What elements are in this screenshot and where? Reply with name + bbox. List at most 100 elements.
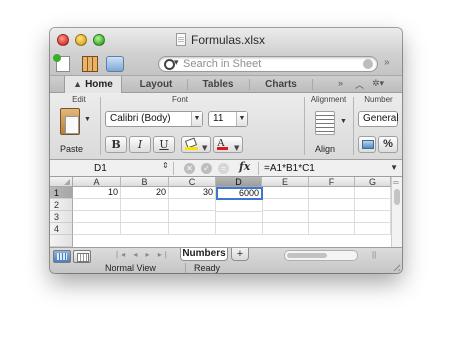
new-workbook-icon[interactable] [53, 54, 70, 72]
expand-formula-bar-icon[interactable]: ▼ [390, 163, 398, 172]
search-icon[interactable] [162, 57, 182, 70]
page-layout-view-icon[interactable] [73, 250, 91, 263]
name-box[interactable]: D1 [70, 162, 150, 175]
cell-b1[interactable]: 20 [121, 187, 169, 199]
cell-e1[interactable] [263, 187, 309, 199]
cancel-entry-icon[interactable]: ✕ [184, 163, 195, 174]
number-format-select[interactable]: General [358, 111, 399, 127]
close-window-button[interactable] [57, 34, 69, 46]
cell[interactable] [263, 211, 309, 223]
tab-charts[interactable]: Charts [253, 76, 309, 93]
status-divider [185, 263, 186, 273]
underline-button[interactable]: U [153, 136, 175, 153]
cell[interactable] [355, 211, 391, 223]
spreadsheet-grid: A B C D E F G 1 2 3 4 10 20 30 6000 ═ [50, 177, 402, 247]
fill-color-button[interactable]: ▼ [181, 136, 211, 153]
more-tabs-icon[interactable]: » [338, 78, 343, 88]
number-format-button[interactable] [358, 136, 376, 153]
cell-f1[interactable] [309, 187, 355, 199]
cell[interactable] [73, 199, 121, 211]
cell[interactable] [309, 199, 355, 211]
tab-tables[interactable]: Tables [190, 76, 246, 93]
formula-bar: D1 ⇕ ✕ ✓ = fx =A1*B1*C1 ▼ [50, 160, 402, 177]
font-color-button[interactable]: A ▼ [213, 136, 243, 153]
confirm-entry-icon[interactable]: ✓ [201, 163, 212, 174]
column-header-c[interactable]: C [169, 177, 216, 187]
search-clear-icon[interactable] [363, 59, 373, 69]
column-header-b[interactable]: B [121, 177, 169, 187]
font-size-select[interactable]: 11 ▼ [208, 111, 248, 127]
toolbar-overflow-icon[interactable]: » [384, 57, 390, 68]
cell[interactable] [121, 223, 169, 235]
column-header-f[interactable]: F [309, 177, 355, 187]
paste-options-icon[interactable]: ▼ [84, 116, 91, 123]
group-label-alignment: Alignment [310, 95, 347, 104]
row-header-1[interactable]: 1 [50, 187, 73, 199]
cell[interactable] [121, 211, 169, 223]
minimize-window-button[interactable] [75, 34, 87, 46]
zoom-window-button[interactable] [93, 34, 105, 46]
media-browser-icon[interactable] [106, 56, 124, 72]
cell[interactable] [216, 223, 263, 235]
cell[interactable] [169, 223, 216, 235]
resize-grip-icon[interactable] [391, 262, 400, 271]
tab-layout[interactable]: Layout [128, 76, 184, 93]
row-header-5[interactable] [50, 235, 73, 247]
horizontal-scroll-thumb[interactable] [287, 253, 327, 258]
vertical-scroll-thumb[interactable] [394, 189, 400, 205]
cell[interactable] [73, 223, 121, 235]
percent-style-button[interactable]: % [378, 136, 398, 153]
font-name-select[interactable]: Calibri (Body) ▼ [105, 111, 203, 127]
formula-input[interactable]: =A1*B1*C1 [264, 162, 315, 175]
window-title: Formulas.xlsx [191, 33, 266, 47]
select-all-corner[interactable] [50, 177, 73, 187]
horizontal-scrollbar[interactable] [284, 250, 358, 261]
row-header-4[interactable]: 4 [50, 223, 73, 235]
add-sheet-button[interactable]: + [231, 248, 249, 261]
search-placeholder: Search in Sheet [183, 58, 262, 70]
cell-g1[interactable] [355, 187, 391, 199]
tab-separator [249, 79, 250, 90]
cell[interactable] [169, 199, 216, 211]
insert-function-icon[interactable]: = [218, 163, 229, 174]
split-handle-icon[interactable]: || [372, 250, 376, 259]
cell[interactable] [73, 211, 121, 223]
sheet-navigation-icon[interactable]: |◂ ◂ ▸ ▸| [116, 250, 170, 259]
collapse-ribbon-icon[interactable]: ︿ [355, 78, 364, 91]
row-header-3[interactable]: 3 [50, 211, 73, 223]
align-options-icon[interactable]: ▼ [340, 118, 347, 125]
cell-d1[interactable]: 6000 [216, 187, 263, 200]
row-header-2[interactable]: 2 [50, 199, 73, 211]
paste-icon[interactable] [60, 108, 80, 135]
italic-button[interactable]: I [129, 136, 151, 153]
column-header-g[interactable]: G [355, 177, 391, 187]
sheet-tab-numbers[interactable]: Numbers [180, 248, 228, 261]
name-box-stepper-icon[interactable]: ⇕ [162, 161, 169, 170]
cell-c1[interactable]: 30 [169, 187, 216, 199]
column-header-d[interactable]: D [216, 177, 262, 187]
templates-icon[interactable] [82, 56, 98, 72]
tab-home[interactable]: ▲ Home [64, 76, 122, 94]
cell[interactable] [309, 211, 355, 223]
vertical-scrollbar[interactable]: ═ [391, 177, 402, 247]
cell[interactable] [355, 223, 391, 235]
ribbon-settings-icon[interactable]: ✲▾ [372, 78, 384, 89]
cell[interactable] [355, 199, 391, 211]
cell-a1[interactable]: 10 [73, 187, 121, 199]
bold-button[interactable]: B [105, 136, 127, 153]
search-field[interactable]: Search in Sheet [158, 56, 378, 72]
cell[interactable] [121, 199, 169, 211]
fx-icon[interactable]: fx [239, 160, 250, 173]
column-header-e[interactable]: E [262, 177, 309, 187]
cell[interactable] [169, 211, 216, 223]
cell[interactable] [309, 223, 355, 235]
chevron-down-icon: ▼ [236, 112, 247, 126]
cell[interactable] [263, 199, 309, 211]
column-header-a[interactable]: A [73, 177, 121, 187]
cell[interactable] [263, 223, 309, 235]
font-name-value: Calibri (Body) [110, 113, 171, 124]
cell[interactable] [216, 211, 263, 223]
split-handle-icon[interactable]: ═ [393, 178, 399, 187]
align-icon[interactable] [315, 111, 335, 135]
normal-view-icon[interactable] [53, 250, 71, 263]
